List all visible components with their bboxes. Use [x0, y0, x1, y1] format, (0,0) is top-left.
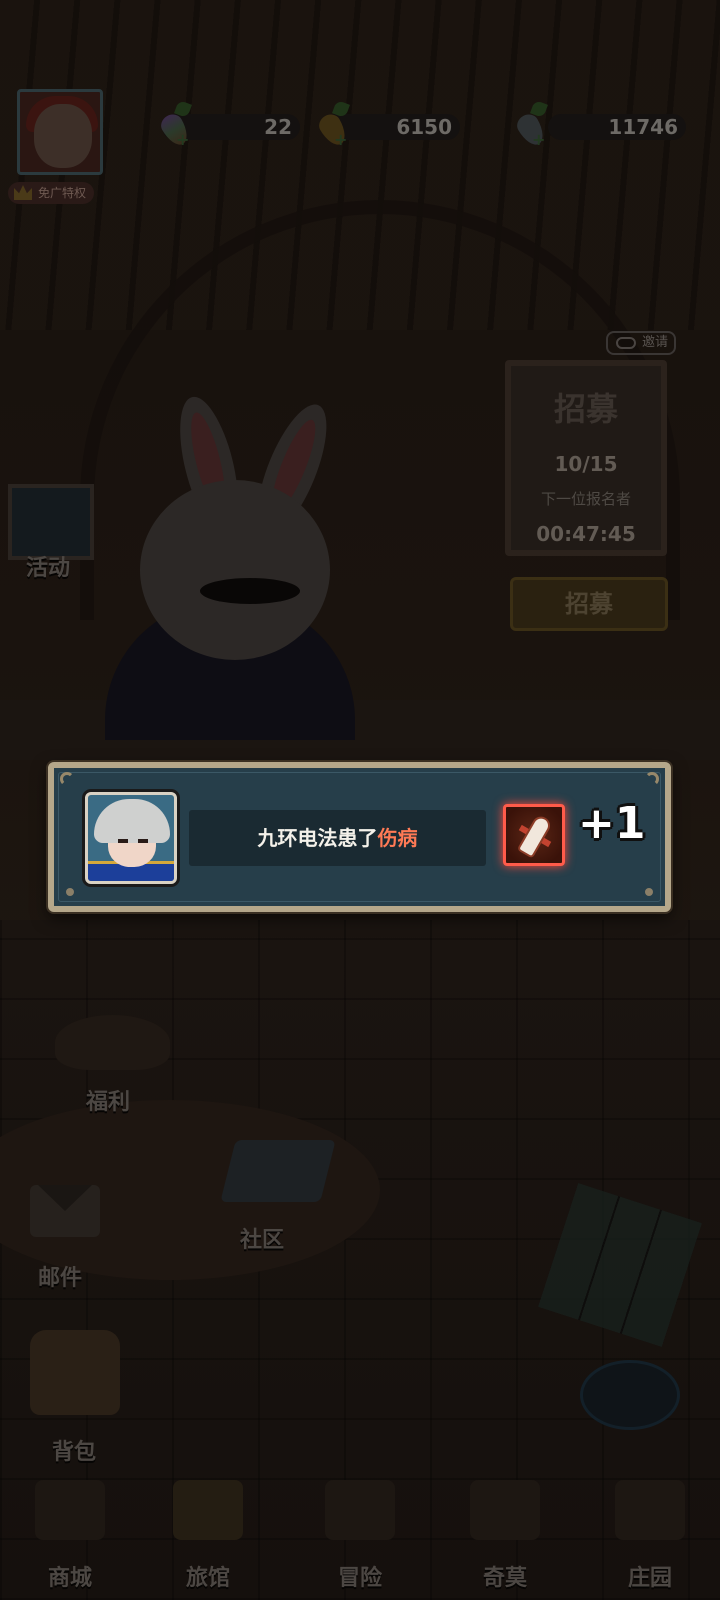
add-plus-icon[interactable]: + — [176, 130, 189, 149]
add-plus-icon[interactable]: + — [532, 130, 545, 149]
nav-label: 庄园 — [627, 1566, 672, 1591]
reward-amount: +1 — [578, 798, 646, 849]
corner-ornament — [645, 772, 659, 786]
resource-value: 6150 — [396, 115, 452, 139]
qimo-icon — [470, 1480, 540, 1540]
resource-value: 22 — [264, 115, 292, 139]
recruit-board[interactable]: 招募 10/15 下一位报名者 00:47:45 — [505, 360, 667, 556]
crossed-swords-icon — [325, 1480, 395, 1540]
nav-shop[interactable]: 商城 — [5, 1470, 135, 1600]
injury-notification-popup[interactable]: 九环电法患了伤病 +1 — [48, 762, 671, 912]
resource-silver-carrot[interactable]: 11746 — [548, 114, 686, 140]
resource-value: 11746 — [608, 115, 678, 139]
backpack-label[interactable]: 背包 — [52, 1434, 96, 1466]
backpack-icon[interactable] — [30, 1330, 120, 1415]
rainbow-carrot-icon: + — [157, 100, 193, 150]
nav-label: 冒险 — [337, 1566, 382, 1591]
invite-icon — [616, 337, 636, 349]
rivet — [645, 888, 653, 896]
message-highlight: 伤病 — [377, 826, 418, 850]
community-label[interactable]: 社区 — [240, 1222, 284, 1254]
recruit-timer: 00:47:45 — [536, 522, 636, 546]
hero-hair — [94, 799, 170, 843]
manor-icon — [615, 1480, 685, 1540]
nav-qimo[interactable]: 奇莫 — [440, 1470, 570, 1600]
corner-ornament — [60, 772, 74, 786]
message-text: 九环电法患了 — [257, 826, 378, 850]
nav-label: 旅馆 — [185, 1566, 230, 1591]
inn-icon — [173, 1480, 243, 1540]
nav-adventure[interactable]: 冒险 — [295, 1470, 425, 1600]
community-book-icon[interactable] — [220, 1140, 336, 1202]
bandage-roll — [516, 813, 554, 859]
nav-manor[interactable]: 庄园 — [585, 1470, 715, 1600]
hero-eye — [118, 839, 128, 843]
activity-label[interactable]: 活动 — [26, 550, 70, 582]
hero-eye — [138, 839, 148, 843]
bottom-nav: 商城 旅馆 冒险 奇莫 庄园 — [0, 1470, 720, 1600]
rabbit-mustache — [200, 578, 300, 604]
injury-message: 九环电法患了伤病 — [189, 810, 486, 866]
invite-button[interactable]: 邀请 — [606, 331, 676, 355]
cube-pedestal — [580, 1360, 680, 1430]
invite-label: 邀请 — [642, 335, 669, 350]
silver-carrot-icon: + — [513, 100, 549, 150]
ad-free-label: 免广特权 — [38, 186, 87, 200]
next-applicant-label: 下一位报名者 — [540, 490, 631, 508]
mail-icon[interactable] — [30, 1185, 100, 1237]
welfare-label[interactable]: 福利 — [86, 1084, 130, 1116]
nav-label: 商城 — [47, 1566, 92, 1591]
crown-icon — [14, 185, 32, 200]
nav-label: 奇莫 — [482, 1566, 527, 1591]
mail-label[interactable]: 邮件 — [38, 1260, 82, 1292]
add-plus-icon[interactable]: + — [334, 130, 347, 149]
lotus-welfare-icon[interactable] — [55, 1015, 170, 1070]
recruit-board-title: 招募 — [553, 390, 618, 428]
rivet — [66, 888, 74, 896]
ad-free-privilege-badge[interactable]: 免广特权 — [8, 182, 95, 204]
hero-portrait — [85, 792, 177, 884]
shop-icon — [35, 1480, 105, 1540]
nav-inn[interactable]: 旅馆 — [143, 1470, 273, 1600]
player-avatar[interactable] — [17, 89, 103, 175]
recruit-button[interactable]: 招募 — [510, 577, 668, 631]
avatar-face — [34, 104, 92, 168]
innkeeper-rabbit-head[interactable] — [140, 480, 330, 660]
activity-icon[interactable] — [8, 484, 94, 560]
bandage-item-icon — [503, 804, 565, 866]
gold-carrot-icon: + — [315, 100, 351, 150]
recruit-count: 10/15 — [554, 452, 618, 476]
